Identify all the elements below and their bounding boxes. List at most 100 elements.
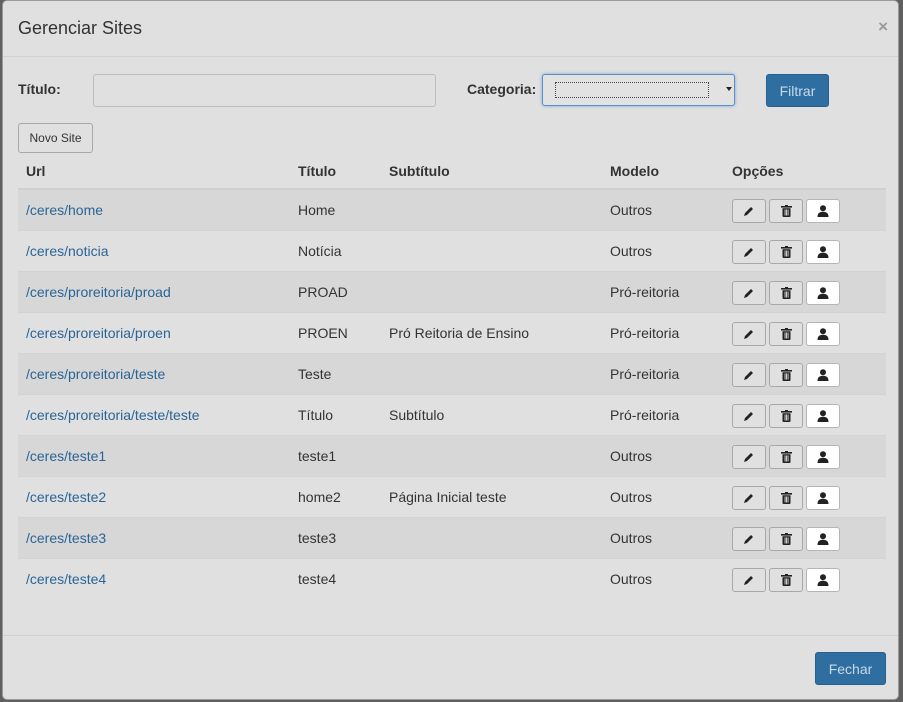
permissions-button[interactable] xyxy=(806,362,840,387)
cell-subtitulo xyxy=(381,270,602,312)
permissions-button[interactable] xyxy=(806,526,840,551)
user-icon xyxy=(817,368,829,381)
site-url-link[interactable]: /ceres/teste3 xyxy=(26,530,106,546)
pencil-icon xyxy=(743,492,755,504)
chevron-down-icon xyxy=(726,87,732,91)
table-row: /ceres/proreitoria/proen PROEN Pró Reitori… xyxy=(18,311,886,353)
permissions-button[interactable] xyxy=(806,321,840,346)
edit-button[interactable] xyxy=(732,485,766,510)
table-row: /ceres/teste2 home2 Página Inicial teste Ou… xyxy=(18,475,886,517)
permissions-button[interactable] xyxy=(806,444,840,469)
cell-subtitulo xyxy=(381,557,602,599)
cell-titulo: PROEN xyxy=(290,311,381,353)
row-options xyxy=(732,362,878,387)
delete-button[interactable] xyxy=(769,321,803,346)
row-options xyxy=(732,198,878,223)
pencil-icon xyxy=(743,369,755,381)
cell-url: /ceres/teste2 xyxy=(18,475,290,517)
table-row: /ceres/noticia Notícia Outros xyxy=(18,229,886,271)
table-header-row: Url Título Subtítulo Modelo Opções xyxy=(18,153,886,190)
edit-button[interactable] xyxy=(732,444,766,469)
site-url-link[interactable]: /ceres/proreitoria/proad xyxy=(26,284,171,300)
delete-button[interactable] xyxy=(769,567,803,592)
table-row: /ceres/proreitoria/proad PROAD Pró-reitori… xyxy=(18,270,886,312)
cell-titulo: Teste xyxy=(290,352,381,394)
edit-button[interactable] xyxy=(732,362,766,387)
cell-titulo: teste3 xyxy=(290,516,381,558)
cell-modelo: Outros xyxy=(602,557,724,599)
cell-titulo: teste4 xyxy=(290,557,381,599)
cell-url: /ceres/noticia xyxy=(18,229,290,271)
categoria-label: Categoria: xyxy=(467,81,537,97)
cell-opcoes xyxy=(724,270,886,312)
cell-opcoes xyxy=(724,516,886,558)
cell-opcoes xyxy=(724,352,886,394)
trash-icon xyxy=(780,204,792,217)
site-url-link[interactable]: /ceres/home xyxy=(26,202,103,218)
table-row: /ceres/teste3 teste3 Outros xyxy=(18,516,886,558)
permissions-button[interactable] xyxy=(806,567,840,592)
delete-button[interactable] xyxy=(769,403,803,428)
cell-opcoes xyxy=(724,311,886,353)
delete-button[interactable] xyxy=(769,362,803,387)
edit-button[interactable] xyxy=(732,198,766,223)
filtrar-button[interactable]: Filtrar xyxy=(766,74,829,107)
permissions-button[interactable] xyxy=(806,239,840,264)
delete-button[interactable] xyxy=(769,280,803,305)
user-icon xyxy=(817,574,829,586)
gerenciar-sites-modal: Gerenciar Sites × Título: Categoria: Fil… xyxy=(2,0,899,700)
row-options xyxy=(732,567,878,592)
novo-site-button[interactable]: Novo Site xyxy=(18,123,93,153)
edit-button[interactable] xyxy=(732,526,766,551)
delete-button[interactable] xyxy=(769,198,803,223)
cell-subtitulo xyxy=(381,516,602,558)
table-row: /ceres/proreitoria/teste/teste Título Subt… xyxy=(18,393,886,435)
cell-titulo: home2 xyxy=(290,475,381,517)
cell-url: /ceres/proreitoria/teste xyxy=(18,352,290,394)
permissions-button[interactable] xyxy=(806,403,840,428)
delete-button[interactable] xyxy=(769,485,803,510)
site-url-link[interactable]: /ceres/proreitoria/proen xyxy=(26,325,171,341)
edit-button[interactable] xyxy=(732,280,766,305)
user-icon xyxy=(817,532,829,545)
trash-icon xyxy=(780,286,792,299)
column-header-modelo: Modelo xyxy=(602,153,724,190)
edit-button[interactable] xyxy=(732,567,766,592)
edit-button[interactable] xyxy=(732,239,766,264)
cell-url: /ceres/proreitoria/proen xyxy=(18,311,290,353)
user-icon xyxy=(817,205,829,217)
titulo-input[interactable] xyxy=(93,74,436,107)
sites-table: Url Título Subtítulo Modelo Opções /cere… xyxy=(18,153,886,599)
site-url-link[interactable]: /ceres/noticia xyxy=(26,243,108,259)
delete-button[interactable] xyxy=(769,444,803,469)
pencil-icon xyxy=(743,533,755,545)
categoria-select[interactable] xyxy=(542,74,735,106)
site-url-link[interactable]: /ceres/proreitoria/teste xyxy=(26,366,165,382)
cell-opcoes xyxy=(724,393,886,435)
delete-button[interactable] xyxy=(769,239,803,264)
trash-icon xyxy=(780,491,792,504)
permissions-button[interactable] xyxy=(806,198,840,223)
pencil-icon xyxy=(743,574,755,586)
cell-subtitulo xyxy=(381,434,602,476)
permissions-button[interactable] xyxy=(806,280,840,305)
cell-url: /ceres/home xyxy=(18,188,290,230)
table-body: /ceres/home Home Outros/ceres/noticia Notíc… xyxy=(18,188,886,599)
user-icon xyxy=(817,409,829,422)
site-url-link[interactable]: /ceres/teste1 xyxy=(26,448,106,464)
delete-button[interactable] xyxy=(769,526,803,551)
cell-url: /ceres/proreitoria/proad xyxy=(18,270,290,312)
cell-opcoes xyxy=(724,434,886,476)
close-icon[interactable]: × xyxy=(878,17,888,37)
site-url-link[interactable]: /ceres/proreitoria/teste/teste xyxy=(26,407,200,423)
pencil-icon xyxy=(743,410,755,422)
fechar-button[interactable]: Fechar xyxy=(815,652,886,685)
table-row: /ceres/teste4 teste4 Outros xyxy=(18,557,886,599)
site-url-link[interactable]: /ceres/teste4 xyxy=(26,571,106,587)
edit-button[interactable] xyxy=(732,321,766,346)
edit-button[interactable] xyxy=(732,403,766,428)
site-url-link[interactable]: /ceres/teste2 xyxy=(26,489,106,505)
permissions-button[interactable] xyxy=(806,485,840,510)
cell-modelo: Pró-reitoria xyxy=(602,311,724,353)
cell-modelo: Outros xyxy=(602,516,724,558)
